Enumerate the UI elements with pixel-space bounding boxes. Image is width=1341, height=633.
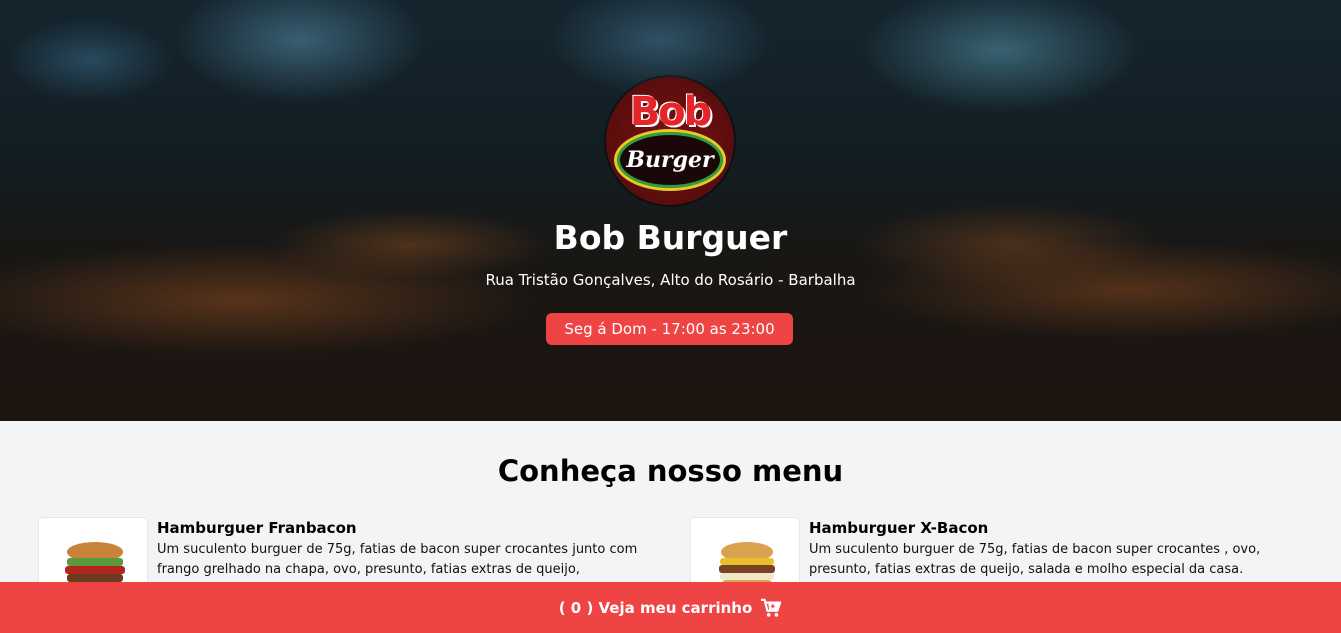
cart-label-prefix: ( [558, 598, 571, 617]
menu-title: Conheça nosso menu [497, 454, 844, 488]
logo-text-top: Bob [629, 89, 713, 135]
cart-count: 0 [570, 598, 582, 617]
cart-label-suffix: ) Veja meu carrinho [581, 598, 753, 617]
menu-item-info: Hamburguer X-Bacon Um suculento burguer … [809, 517, 1309, 580]
opening-hours-badge: Seg á Dom - 17:00 as 23:00 [546, 313, 793, 345]
menu-item-description: Um suculento burguer de 75g, fatias de b… [157, 542, 638, 577]
hero-banner: Bob Burger Bob Burguer Rua Tristão Gonça… [0, 0, 1341, 421]
menu-item-info: Hamburguer Franbacon Um suculento burgue… [157, 517, 657, 580]
logo-text-bottom: Burger [626, 147, 714, 173]
restaurant-address: Rua Tristão Gonçalves, Alto do Rosário -… [485, 271, 856, 289]
view-cart-button[interactable]: ( 0 ) Veja meu carrinho [0, 582, 1341, 633]
restaurant-logo: Bob Burger [606, 77, 734, 205]
menu-item-name: Hamburguer X-Bacon [809, 519, 989, 537]
menu-item-description: Um suculento burguer de 75g, fatias de b… [809, 542, 1261, 577]
shopping-cart-icon [761, 598, 782, 617]
menu-item-name: Hamburguer Franbacon [157, 519, 357, 537]
restaurant-name: Bob Burguer [553, 218, 788, 257]
